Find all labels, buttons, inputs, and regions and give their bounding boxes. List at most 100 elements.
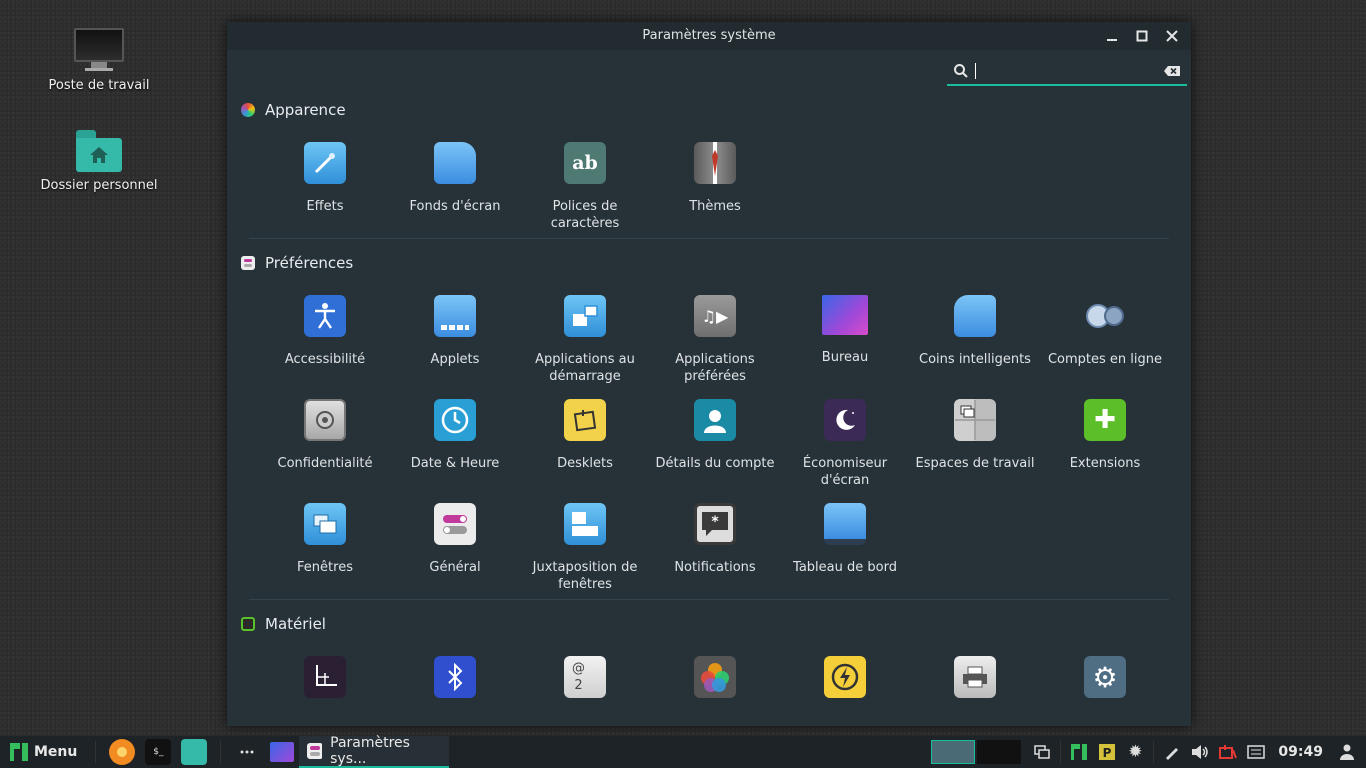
clock[interactable]: 09:49 bbox=[1278, 744, 1323, 760]
firefox-launcher[interactable] bbox=[109, 739, 136, 765]
taskbar-separator bbox=[220, 741, 222, 763]
user-icon[interactable] bbox=[1336, 741, 1358, 763]
computer-icon bbox=[74, 28, 124, 72]
windows-icon bbox=[304, 503, 346, 545]
settings-item-desklets[interactable]: Desklets bbox=[520, 385, 650, 489]
desktop-icon-label: Dossier personnel bbox=[40, 178, 158, 193]
home-folder-icon bbox=[76, 130, 122, 172]
section-apparence-header: Apparence bbox=[239, 92, 1179, 128]
settings-item-tableau-de-bord[interactable]: Tableau de bord bbox=[780, 489, 910, 593]
general-toggles-icon bbox=[434, 503, 476, 545]
clear-search-button[interactable] bbox=[1163, 62, 1181, 81]
menu-button[interactable]: Menu bbox=[0, 743, 87, 761]
show-apps-button[interactable] bbox=[234, 739, 260, 765]
settings-item-hardware-4[interactable] bbox=[650, 642, 780, 726]
settings-item-hardware-6[interactable] bbox=[910, 642, 1040, 726]
settings-item-accessibilite[interactable]: Accessibilité bbox=[260, 281, 390, 385]
taskbar-separator bbox=[1060, 741, 1062, 763]
search-input[interactable] bbox=[975, 63, 976, 79]
settings-item-hardware-5[interactable] bbox=[780, 642, 910, 726]
keyboard-key-icon: @2 bbox=[564, 656, 606, 698]
taskbar-separator bbox=[1153, 741, 1155, 763]
settings-item-hardware-2[interactable] bbox=[390, 642, 520, 726]
section-divider bbox=[249, 238, 1169, 239]
desktop-icon-label: Poste de travail bbox=[48, 78, 150, 93]
taskbar-separator bbox=[95, 741, 97, 763]
item-label: Date & Heure bbox=[410, 456, 500, 471]
close-button[interactable] bbox=[1159, 22, 1185, 50]
svg-text:P: P bbox=[1103, 746, 1112, 760]
manjaro-logo-icon bbox=[10, 743, 28, 761]
workspace-2[interactable] bbox=[977, 740, 1022, 764]
item-label: Fonds d'écran bbox=[409, 199, 501, 214]
section-materiel-header: Matériel bbox=[239, 606, 1179, 642]
color-icon bbox=[694, 656, 736, 698]
settings-item-fenetres[interactable]: Fenêtres bbox=[260, 489, 390, 593]
settings-item-applets[interactable]: Applets bbox=[390, 281, 520, 385]
manjaro-tray-icon[interactable] bbox=[1068, 741, 1090, 763]
applets-icon bbox=[434, 295, 476, 337]
window-titlebar[interactable]: Paramètres système bbox=[227, 22, 1191, 50]
desktop-icon-computer[interactable]: Poste de travail bbox=[34, 28, 164, 93]
settings-item-bureau[interactable]: Bureau bbox=[780, 281, 910, 385]
item-label: Coins intelligents bbox=[919, 352, 1031, 367]
settings-item-hardware-1[interactable] bbox=[260, 642, 390, 726]
item-label: Espaces de travail bbox=[915, 456, 1035, 471]
settings-item-extensions[interactable]: ✚ Extensions bbox=[1040, 385, 1170, 489]
settings-item-notifications[interactable]: * Notifications bbox=[650, 489, 780, 593]
settings-item-date-heure[interactable]: Date & Heure bbox=[390, 385, 520, 489]
desktop-icon-home[interactable]: Dossier personnel bbox=[34, 130, 164, 193]
preferred-apps-icon: ♫▶ bbox=[694, 295, 736, 337]
settings-item-fonds-ecran[interactable]: Fonds d'écran bbox=[390, 128, 520, 232]
battery-alert-icon[interactable] bbox=[1217, 741, 1239, 763]
taskbar: Menu $_ Paramètres sys... P ✹ 09:49 bbox=[0, 735, 1366, 768]
desktop-preview-launcher[interactable] bbox=[270, 742, 295, 762]
settings-item-themes[interactable]: Thèmes bbox=[650, 128, 780, 232]
settings-item-confidentialite[interactable]: Confidentialité bbox=[260, 385, 390, 489]
item-label: Extensions bbox=[1069, 456, 1141, 471]
tiling-icon bbox=[564, 503, 606, 545]
item-label: Général bbox=[429, 560, 481, 575]
settings-item-economiseur-ecran[interactable]: Économiseur d'écran bbox=[780, 385, 910, 489]
maximize-icon bbox=[1136, 30, 1148, 42]
maximize-button[interactable] bbox=[1129, 22, 1155, 50]
taskbar-task-settings[interactable]: Paramètres sys... bbox=[299, 735, 450, 768]
settings-item-espaces-travail[interactable]: Espaces de travail bbox=[910, 385, 1040, 489]
settings-item-hardware-7[interactable]: ⚙ bbox=[1040, 642, 1170, 726]
settings-content: Apparence Effets Fonds d'écran ab Police… bbox=[227, 92, 1191, 726]
preferences-icon bbox=[241, 256, 255, 270]
clear-icon bbox=[1164, 65, 1180, 76]
terminal-launcher[interactable]: $_ bbox=[145, 739, 172, 765]
workspace-1[interactable] bbox=[931, 740, 976, 764]
startup-apps-icon bbox=[564, 295, 606, 337]
extensions-puzzle-icon: ✚ bbox=[1084, 399, 1126, 441]
workspaces-icon bbox=[954, 399, 996, 441]
settings-item-details-compte[interactable]: Détails du compte bbox=[650, 385, 780, 489]
minimize-button[interactable] bbox=[1099, 22, 1125, 50]
files-launcher[interactable] bbox=[181, 739, 208, 765]
package-manager-icon[interactable]: P bbox=[1096, 741, 1118, 763]
search-box[interactable] bbox=[947, 58, 1187, 86]
clock-icon bbox=[434, 399, 476, 441]
settings-item-juxtaposition[interactable]: Juxtaposition de fenêtres bbox=[520, 489, 650, 593]
settings-item-general[interactable]: Général bbox=[390, 489, 520, 593]
volume-icon[interactable] bbox=[1189, 741, 1211, 763]
keyboard-layout-icon[interactable] bbox=[1245, 741, 1267, 763]
notifications-icon: * bbox=[694, 503, 736, 545]
settings-item-coins-intelligents[interactable]: Coins intelligents bbox=[910, 281, 1040, 385]
window-list-icon[interactable] bbox=[1031, 741, 1053, 763]
settings-item-hardware-3[interactable]: @2 bbox=[520, 642, 650, 726]
settings-item-applications-demarrage[interactable]: Applications au démarrage bbox=[520, 281, 650, 385]
settings-item-polices[interactable]: ab Polices de caractères bbox=[520, 128, 650, 232]
pen-tool-icon[interactable] bbox=[1161, 741, 1183, 763]
settings-item-applications-preferees[interactable]: ♫▶ Applications préférées bbox=[650, 281, 780, 385]
settings-item-effets[interactable]: Effets bbox=[260, 128, 390, 232]
settings-item-comptes-en-ligne[interactable]: Comptes en ligne bbox=[1040, 281, 1170, 385]
item-label: Économiseur d'écran bbox=[802, 456, 888, 488]
section-preferences-grid: Accessibilité Applets Applications au dé… bbox=[239, 281, 1179, 593]
accessibility-icon bbox=[304, 295, 346, 337]
item-label: Bureau bbox=[821, 350, 869, 365]
update-gear-icon[interactable]: ✹ bbox=[1124, 741, 1146, 763]
item-label: Fenêtres bbox=[297, 560, 353, 575]
desklets-note-icon bbox=[564, 399, 606, 441]
